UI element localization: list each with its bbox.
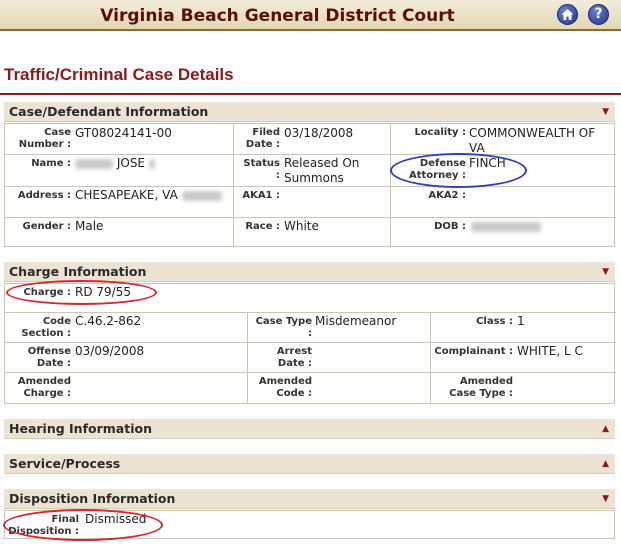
final-disposition-value: Dismissed: [85, 512, 147, 526]
section-disposition-header[interactable]: Disposition Information ▼: [4, 489, 615, 509]
expand-arrow-icon[interactable]: ▲: [602, 459, 609, 469]
name-label: Name :: [31, 158, 71, 169]
race-label: Race :: [245, 221, 280, 232]
charge-label: Charge :: [23, 287, 71, 298]
amended-code-label: Amended Code :: [258, 376, 312, 399]
defense-attorney-value: FINCH: [469, 156, 506, 170]
court-title: Virginia Beach General District Court: [100, 6, 455, 26]
class-value: 1: [517, 314, 525, 328]
dob-label: DOB :: [434, 221, 466, 232]
case-type-label: Case Type :: [255, 316, 312, 339]
redacted-initial: [148, 158, 155, 169]
locality-label: Locality :: [414, 127, 466, 138]
amended-charge-label: Amended Charge :: [17, 376, 71, 399]
charge-value: RD 79/55: [75, 285, 131, 299]
filed-date-label: Filed Date :: [245, 127, 280, 150]
status-value: Released On Summons: [284, 156, 360, 185]
case-number-label: Case Number :: [18, 127, 71, 150]
collapse-arrow-icon[interactable]: ▼: [602, 107, 609, 117]
case-type-value: Misdemeanor: [315, 314, 397, 328]
address-value: CHESAPEAKE, VA: [75, 188, 178, 202]
section-title: Hearing Information: [9, 421, 152, 436]
status-label: Status :: [243, 158, 280, 181]
name-value: JOSE: [116, 156, 146, 170]
class-label: Class :: [476, 316, 513, 327]
locality-value: COMMONWEALTH OF VA: [469, 126, 596, 155]
name-value-container: JOSE: [75, 156, 155, 171]
gender-label: Gender :: [22, 221, 71, 232]
case-defendant-grid: Case Number : GT08024141-00 Filed Date :…: [4, 123, 616, 247]
section-title: Service/Process: [9, 456, 121, 471]
section-title: Case/Defendant Information: [9, 104, 209, 119]
redacted-surname: [75, 158, 113, 169]
final-disposition-label: Final Disposition :: [8, 514, 79, 537]
arrest-date-label: Arrest Date :: [276, 346, 312, 369]
aka2-label: AKA2 :: [428, 190, 466, 201]
offense-date-label: Offense Date :: [27, 346, 71, 369]
race-value: White: [284, 219, 319, 233]
defense-attorney-label: Defense Attorney :: [408, 158, 466, 181]
section-title: Charge Information: [9, 264, 147, 279]
redacted-zip: [181, 190, 222, 201]
amended-case-type-label: Amended Case Type :: [449, 376, 513, 399]
home-icon[interactable]: [557, 4, 578, 25]
complainant-value: WHITE, L C: [517, 344, 583, 358]
dob-value-container: [471, 219, 541, 234]
code-section-label: Code Section :: [21, 316, 71, 339]
complainant-label: Complainant :: [434, 346, 513, 357]
section-charge-header[interactable]: Charge Information ▼: [4, 262, 615, 282]
collapse-arrow-icon[interactable]: ▼: [602, 494, 609, 504]
section-title: Disposition Information: [9, 491, 176, 506]
address-value-container: CHESAPEAKE, VA: [75, 188, 222, 203]
address-label: Address :: [17, 190, 71, 201]
code-section-value: C.46.2-862: [75, 314, 142, 328]
top-bar: Virginia Beach General District Court ?: [0, 0, 621, 31]
section-hearing-header[interactable]: Hearing Information ▲: [4, 419, 615, 439]
gender-value: Male: [75, 219, 104, 233]
expand-arrow-icon[interactable]: ▲: [602, 424, 609, 434]
case-number-value: GT08024141-00: [75, 126, 172, 140]
charge-grid: Charge : RD 79/55 Code Section : C.46.2-…: [4, 283, 616, 404]
offense-date-value: 03/09/2008: [75, 344, 145, 358]
aka1-label: AKA1 :: [242, 190, 280, 201]
section-case-defendant-header[interactable]: Case/Defendant Information ▼: [4, 102, 615, 122]
filed-date-value: 03/18/2008: [284, 126, 354, 140]
page-title: Traffic/Criminal Case Details: [4, 65, 234, 84]
title-divider: [0, 93, 621, 95]
help-icon[interactable]: ?: [588, 4, 609, 25]
redacted-dob: [471, 221, 541, 232]
section-service-header[interactable]: Service/Process ▲: [4, 454, 615, 474]
collapse-arrow-icon[interactable]: ▼: [602, 267, 609, 277]
disposition-grid: Final Disposition : Dismissed: [4, 510, 615, 539]
